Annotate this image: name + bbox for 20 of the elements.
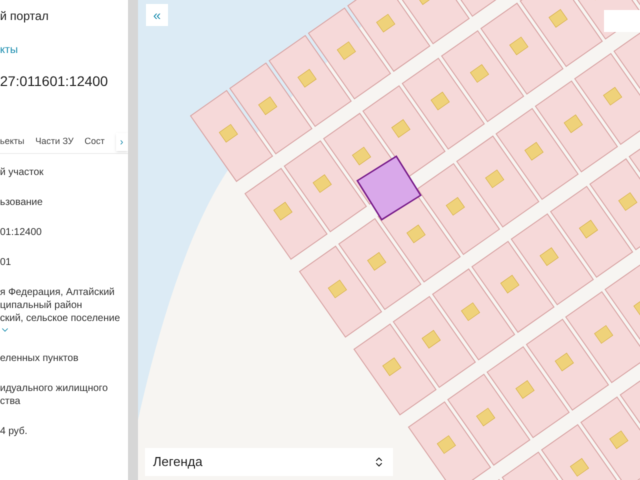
tab[interactable]: Сост: [84, 132, 105, 152]
legend-select[interactable]: Легенда: [145, 448, 393, 476]
up-down-icon: [373, 456, 385, 468]
field-value: еленных пунктов: [0, 352, 80, 364]
collapse-panel-button[interactable]: «: [146, 4, 168, 26]
tab[interactable]: ьекты: [0, 132, 24, 152]
field-value: идуального жилищного ства: [0, 382, 109, 408]
field-value: я Федерация, Алтайский ципальный район ский, сельское поселение: [0, 286, 122, 324]
map-control-panel: [604, 10, 640, 32]
objects-link[interactable]: кты: [0, 42, 128, 58]
field-value: 01: [0, 256, 12, 268]
field-value: 4 руб.: [0, 424, 28, 438]
tab[interactable]: Части ЗУ: [35, 132, 74, 152]
field-value: ьзование: [0, 196, 44, 208]
field-value: й участок: [0, 166, 45, 178]
cadastral-number: 27:011601:12400: [0, 72, 109, 90]
scrollbar[interactable]: [128, 0, 138, 480]
tabs-next-button[interactable]: ›: [116, 133, 128, 151]
portal-title: й портал: [0, 8, 50, 25]
field-value: 01:12400: [0, 226, 43, 238]
